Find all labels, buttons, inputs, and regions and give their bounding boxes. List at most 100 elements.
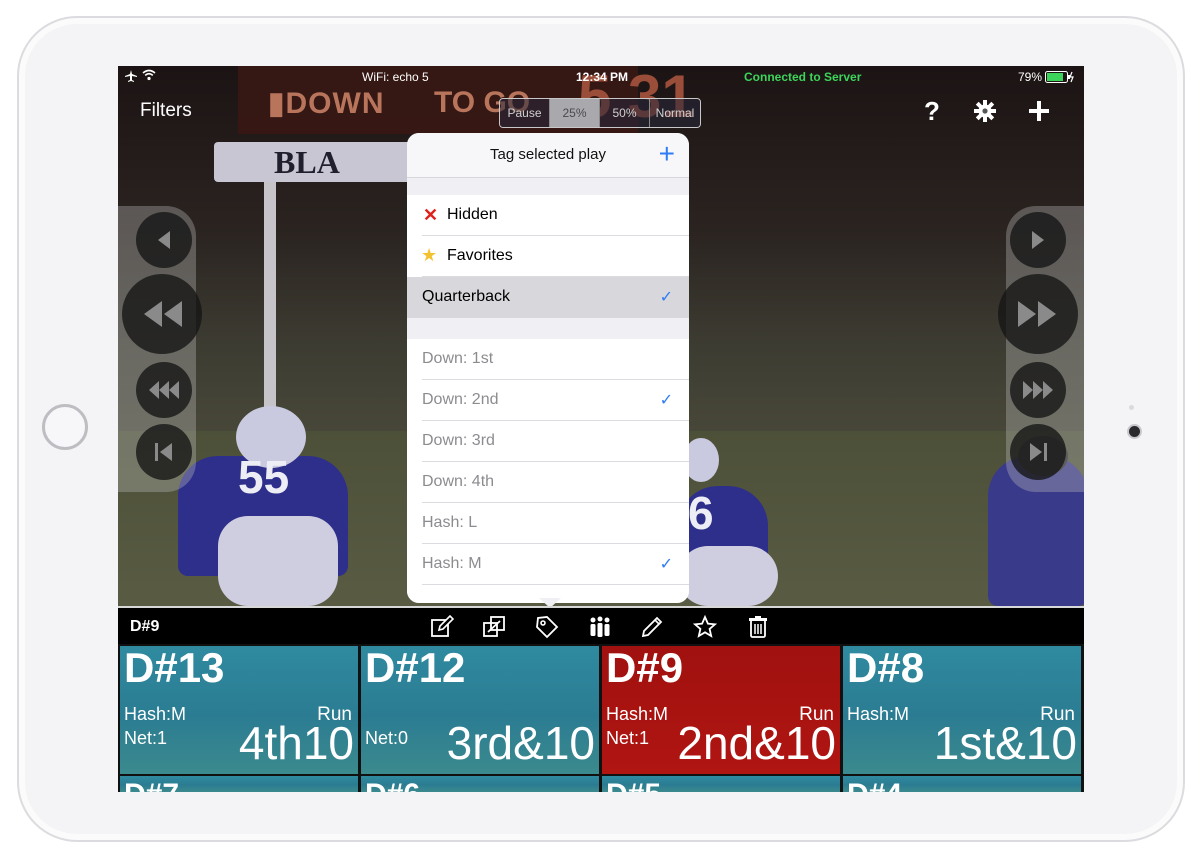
step-forward-button[interactable] <box>1010 212 1066 268</box>
sync-icon <box>483 616 505 637</box>
tag-row-down-2nd[interactable]: Down: 2nd ✓ <box>407 380 689 421</box>
triangle-left-icon <box>158 231 170 249</box>
clip-hash: Hash:M <box>124 704 187 724</box>
clip-card-partial[interactable]: D#7 <box>120 776 358 792</box>
clip-card-partial[interactable]: D#4 <box>843 776 1081 792</box>
rewind-icon <box>144 301 182 327</box>
airplane-icon <box>124 69 138 86</box>
edit-button[interactable] <box>430 614 455 639</box>
settings-button[interactable] <box>974 98 996 129</box>
tag-label: Hidden <box>447 206 498 223</box>
tag-icon <box>536 616 559 639</box>
tag-label: Down: 1st <box>422 350 494 367</box>
clip-name: D#4 <box>847 778 902 792</box>
triple-forward-icon <box>1023 381 1053 399</box>
favorite-button[interactable] <box>692 614 718 639</box>
edit-icon <box>431 614 455 637</box>
tag-row-down-1st[interactable]: Down: 1st <box>407 339 689 380</box>
tag-label: Favorites <box>447 247 513 264</box>
tag-label: Down: 3rd <box>422 432 495 449</box>
tag-button[interactable] <box>535 615 559 639</box>
stadium-banner-graphic: BLA <box>214 142 414 182</box>
jersey-number-graphic: 55 <box>238 451 290 503</box>
plus-icon: + <box>658 138 675 169</box>
draw-button[interactable] <box>640 615 664 639</box>
checkmark-icon: ✓ <box>659 556 673 573</box>
slow-rewind-button[interactable] <box>136 362 192 418</box>
player-graphic <box>678 546 778 606</box>
scoreboard-down-graphic: ▮DOWN <box>268 87 385 120</box>
home-button[interactable] <box>42 404 88 450</box>
player-graphic <box>218 516 338 606</box>
clip-hash: Hash:M <box>847 704 910 724</box>
add-tag-button[interactable]: + <box>659 138 675 170</box>
clip-card[interactable]: D#12 Net:0 3rd&10 <box>361 646 599 774</box>
add-button[interactable] <box>1028 98 1050 129</box>
slow-forward-button[interactable] <box>1010 362 1066 418</box>
clip-hash: Hash:M <box>606 704 669 724</box>
tag-row-down-3rd[interactable]: Down: 3rd <box>407 421 689 462</box>
popover-header: Tag selected play + <box>407 133 689 178</box>
jersey-number-graphic: 6 <box>688 487 714 539</box>
delete-button[interactable] <box>746 615 770 639</box>
clip-card[interactable]: D#8 Hash:M Run 1st&10 <box>843 646 1081 774</box>
speed-25[interactable]: 25% <box>550 99 600 127</box>
help-button[interactable]: ? <box>924 96 940 127</box>
clip-card[interactable]: D#13 Hash:M Run Net:1 4th10 <box>120 646 358 774</box>
skip-start-button[interactable] <box>136 424 192 480</box>
step-back-button[interactable] <box>136 212 192 268</box>
clip-card-selected[interactable]: D#9 Hash:M Run Net:1 2nd&10 <box>602 646 840 774</box>
clip-net: Net:1 <box>124 728 168 748</box>
clip-name: D#9 <box>606 646 684 691</box>
tag-row-favorites[interactable]: ★ Favorites <box>407 236 689 277</box>
clip-name: D#8 <box>847 646 925 691</box>
tag-row-hash-m[interactable]: Hash: M ✓ <box>407 544 689 585</box>
rewind-button[interactable] <box>122 274 202 354</box>
wifi-icon <box>142 69 156 84</box>
players-button[interactable] <box>588 615 612 639</box>
triple-rewind-icon <box>149 381 179 399</box>
trash-icon <box>749 616 767 638</box>
clip-down-distance: 3rd&10 <box>446 717 595 769</box>
question-icon: ? <box>924 96 940 126</box>
clip-toolbar: D#9 <box>118 606 1084 644</box>
status-bar: WiFi: echo 5 12:34 PM Connected to Serve… <box>118 66 1084 88</box>
clip-net: Net:0 <box>365 728 409 748</box>
clip-net: Net:1 <box>606 728 650 748</box>
tag-label: Down: 4th <box>422 473 495 490</box>
triangle-right-icon <box>1032 231 1044 249</box>
checkmark-icon: ✓ <box>659 392 673 409</box>
plus-icon <box>1029 101 1049 121</box>
filters-button[interactable]: Filters <box>140 100 192 122</box>
star-icon: ★ <box>421 245 438 265</box>
tag-row-down-4th[interactable]: Down: 4th <box>407 462 689 503</box>
tag-label: Hash: M <box>422 555 482 572</box>
tag-popover: Tag selected play + ✕ Hidden ★ Favorites… <box>407 133 689 603</box>
fast-forward-icon <box>1018 301 1056 327</box>
speed-pause[interactable]: Pause <box>500 99 550 127</box>
popover-title: Tag selected play <box>490 146 606 163</box>
x-icon: ✕ <box>423 205 439 225</box>
tag-row-hash-l[interactable]: Hash: L <box>407 503 689 544</box>
wifi-network-label: WiFi: echo 5 <box>362 70 429 84</box>
tag-row-quarterback[interactable]: Quarterback ✓ <box>407 277 689 318</box>
pencil-icon <box>641 616 663 638</box>
clip-card-partial[interactable]: D#6 <box>361 776 599 792</box>
clip-down-distance: 1st&10 <box>933 717 1077 769</box>
players-icon <box>590 616 610 637</box>
sync-button[interactable] <box>482 615 506 639</box>
battery-percent: 79% <box>1018 70 1043 84</box>
playback-speed-control: Pause 25% 50% Normal <box>499 98 701 128</box>
skip-end-button[interactable] <box>1010 424 1066 480</box>
speed-normal[interactable]: Normal <box>650 99 700 127</box>
tag-label: Down: 2nd <box>422 391 499 408</box>
tag-label: Hash: L <box>422 514 478 531</box>
clip-card-partial[interactable]: D#5 <box>602 776 840 792</box>
clip-name: D#5 <box>606 778 661 792</box>
speed-50[interactable]: 50% <box>600 99 650 127</box>
tag-row-hidden[interactable]: ✕ Hidden <box>407 195 689 236</box>
front-camera <box>1127 424 1142 439</box>
fast-forward-button[interactable] <box>998 274 1078 354</box>
clip-strip: D#13 Hash:M Run Net:1 4th10 D#12 Net:0 3… <box>118 644 1084 792</box>
app-screen: ▮DOWN TO GO 5 31 BLA 55 6 WiFi: echo 5 1… <box>118 66 1084 792</box>
